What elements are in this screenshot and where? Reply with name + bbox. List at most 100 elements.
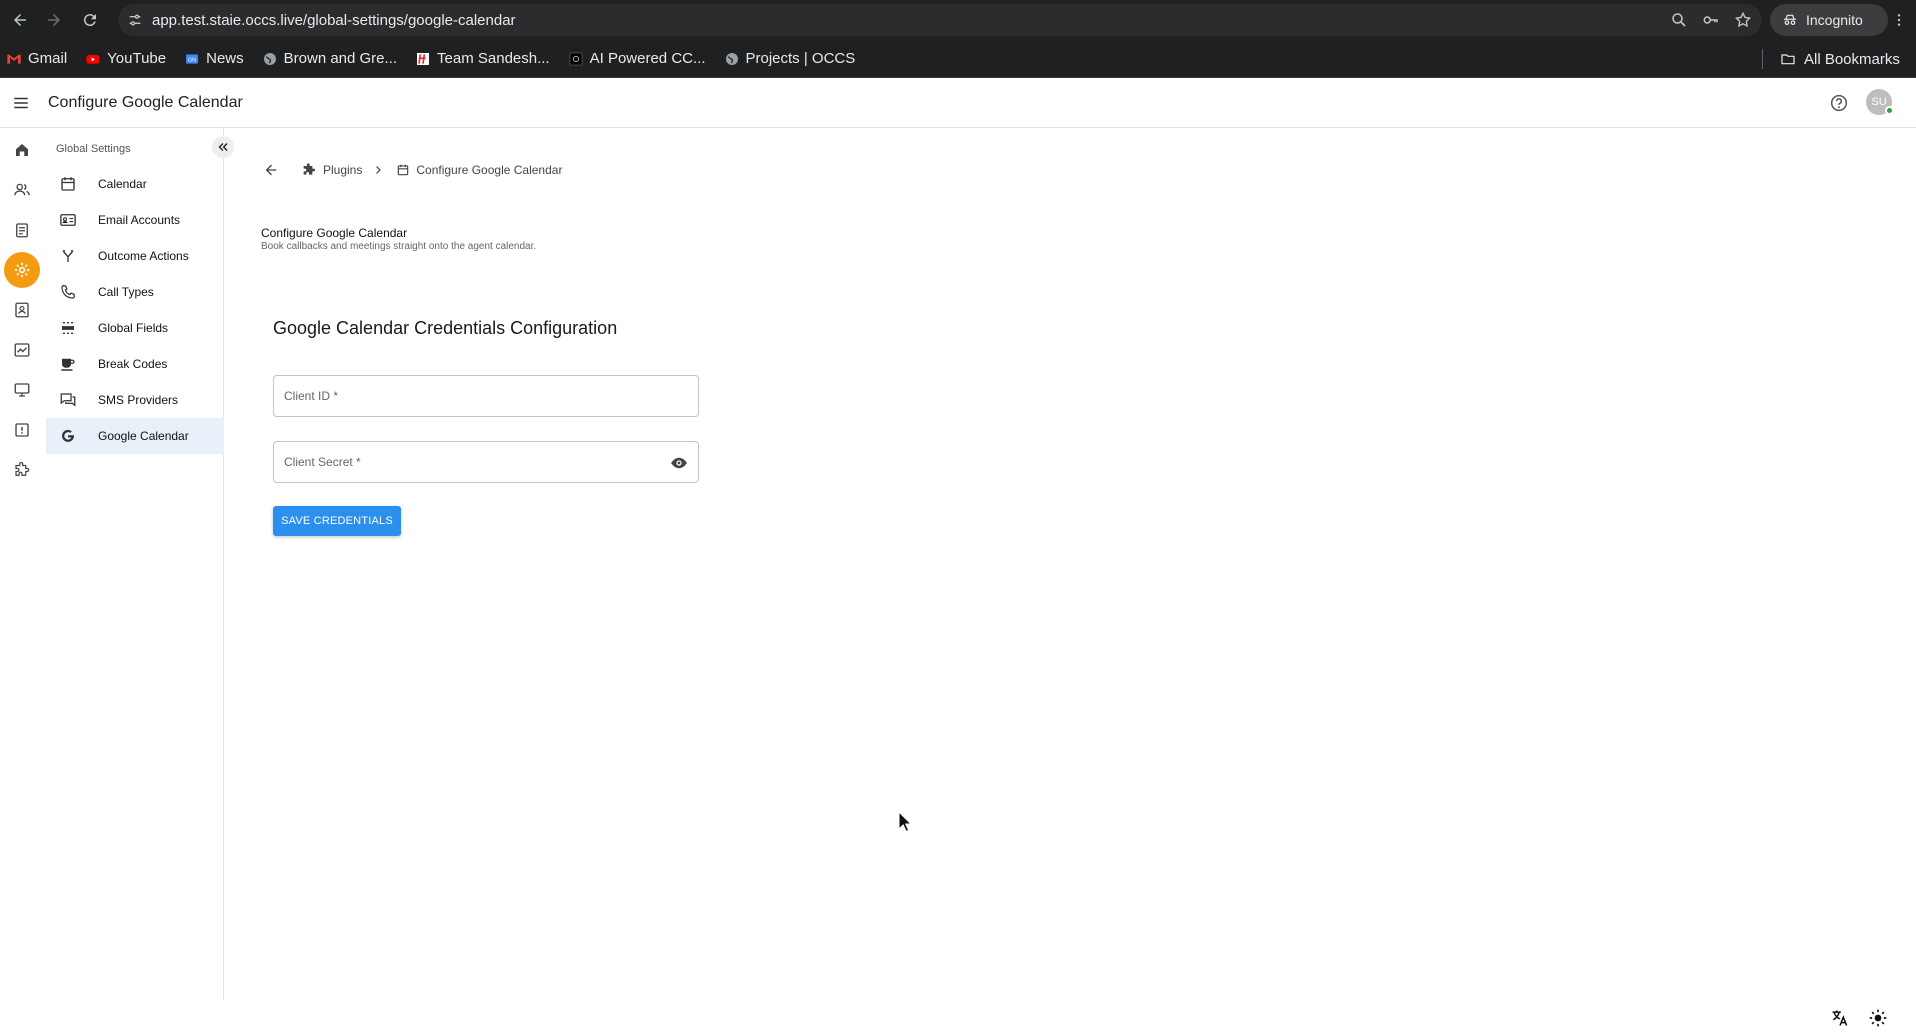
incognito-icon (1784, 14, 1796, 25)
sidebar-item-outcome-actions[interactable]: Outcome Actions (46, 238, 224, 274)
reload-button[interactable] (72, 0, 108, 40)
bookmark-brown-and-green[interactable]: Brown and Gre... (262, 45, 397, 73)
rail-monitor[interactable] (0, 370, 44, 410)
bookmark-projects-occs[interactable]: Projects | OCCS (724, 45, 855, 73)
report-alert-icon (15, 423, 29, 437)
zoom-icon[interactable] (1670, 11, 1688, 29)
sidebar-item-label: Google Calendar (98, 429, 189, 443)
phone-icon (58, 282, 78, 302)
icon-rail (0, 128, 44, 1000)
bookmark-ai-powered[interactable]: AI Powered CC... (568, 45, 706, 73)
bookmarks-bar: Gmail YouTube GN News Brown and Gre... T… (0, 40, 1916, 78)
mouse-cursor-icon (898, 811, 912, 833)
sidebar-list: Calendar Email Accounts Outcome Actions … (46, 166, 224, 454)
app-header: Configure Google Calendar SU (0, 78, 1916, 128)
address-bar[interactable]: app.test.staie.occs.live/global-settings… (118, 4, 1762, 36)
email-accounts-icon (58, 210, 78, 230)
sidebar-item-email-accounts[interactable]: Email Accounts (46, 202, 224, 238)
calendar-icon (58, 174, 78, 194)
sidebar-item-call-types[interactable]: Call Types (46, 274, 224, 310)
globe-icon (724, 51, 740, 67)
sidebar-item-calendar[interactable]: Calendar (46, 166, 224, 202)
browser-toolbar: app.test.staie.occs.live/global-settings… (0, 0, 1916, 40)
browser-menu-button[interactable] (1882, 0, 1916, 40)
google-icon (58, 426, 78, 446)
chevron-right-icon (376, 166, 382, 174)
client-id-field (273, 375, 699, 417)
puzzle-icon (303, 163, 315, 175)
bookmark-team-sandesh[interactable]: Team Sandesh... (415, 45, 550, 73)
rail-alerts[interactable] (0, 410, 44, 450)
client-secret-input[interactable] (274, 442, 698, 482)
page-subtitle: Book callbacks and meetings straight ont… (261, 241, 537, 252)
all-bookmarks-button[interactable]: All Bookmarks (1780, 45, 1900, 73)
gmail-icon (6, 51, 22, 67)
arrow-left-icon (14, 14, 26, 26)
eye-icon[interactable] (670, 454, 688, 472)
ai-icon (568, 51, 584, 67)
forward-button[interactable] (36, 0, 72, 40)
sidebar-heading: Global Settings (56, 143, 131, 155)
save-credentials-button[interactable]: SAVE CREDENTIALS (273, 506, 401, 536)
users-icon (14, 183, 30, 196)
rail-analytics[interactable] (0, 330, 44, 370)
user-avatar[interactable]: SU (1866, 89, 1894, 115)
arrow-right-icon (48, 14, 60, 26)
help-icon (1830, 94, 1848, 112)
arrow-left-icon (265, 164, 277, 176)
sidebar-item-label: Call Types (98, 285, 154, 299)
client-id-input[interactable] (274, 376, 698, 416)
avatar-initials: SU (1871, 96, 1887, 108)
sidebar-item-label: SMS Providers (98, 393, 179, 407)
incognito-indicator[interactable]: Incognito (1770, 4, 1888, 36)
rail-plugins[interactable] (0, 450, 44, 490)
sidebar-item-label: Email Accounts (98, 213, 181, 227)
clipboard-icon (16, 223, 28, 238)
menu-button[interactable] (0, 78, 42, 128)
breadcrumb-current: Configure Google Calendar (396, 163, 562, 177)
svg-text:GN: GN (188, 57, 196, 63)
bookmark-news[interactable]: GN News (184, 45, 244, 73)
bookmarks-separator (1762, 49, 1763, 69)
site-info-button[interactable] (118, 12, 152, 28)
monitor-icon (14, 383, 30, 397)
page-title: Configure Google Calendar (261, 226, 408, 240)
sidebar-item-break-codes[interactable]: Break Codes (46, 346, 224, 382)
analytics-icon (14, 343, 30, 357)
rail-contacts[interactable] (0, 290, 44, 330)
bookmark-youtube[interactable]: YouTube (85, 45, 166, 73)
main-content: Plugins Configure Google Calendar Config… (225, 128, 1916, 1000)
tune-icon (129, 14, 141, 26)
coffee-icon (58, 354, 78, 374)
back-button[interactable] (2, 0, 38, 40)
rail-settings[interactable] (0, 250, 44, 290)
breadcrumb-plugins[interactable]: Plugins (301, 162, 362, 178)
globe-icon (262, 51, 278, 67)
more-vert-icon (1897, 14, 1901, 26)
rail-home[interactable] (0, 130, 44, 170)
help-button[interactable] (1828, 92, 1850, 114)
sandesh-icon (415, 51, 431, 67)
bookmark-gmail[interactable]: Gmail (6, 45, 67, 73)
rail-reports[interactable] (0, 210, 44, 250)
translate-icon[interactable] (1830, 1008, 1850, 1028)
brightness-icon[interactable] (1868, 1008, 1888, 1028)
header-title: Configure Google Calendar (48, 93, 243, 111)
gear-icon (14, 262, 30, 278)
rail-settings-active-bg (4, 252, 40, 288)
incognito-label: Incognito (1806, 12, 1863, 28)
breadcrumb-back-button[interactable] (261, 160, 281, 180)
fields-icon (58, 318, 78, 338)
news-icon: GN (184, 51, 200, 67)
fork-icon (58, 246, 78, 266)
url-text: app.test.staie.occs.live/global-settings… (152, 11, 516, 29)
breadcrumb: Plugins Configure Google Calendar (261, 160, 562, 180)
sidebar-item-global-fields[interactable]: Global Fields (46, 310, 224, 346)
sidebar-item-google-calendar[interactable]: Google Calendar (46, 418, 224, 454)
rail-users[interactable] (0, 170, 44, 210)
star-icon[interactable] (1734, 11, 1752, 29)
hamburger-icon (14, 97, 28, 108)
key-icon[interactable] (1702, 11, 1720, 29)
sidebar-item-sms-providers[interactable]: SMS Providers (46, 382, 224, 418)
puzzle-icon (15, 461, 30, 476)
